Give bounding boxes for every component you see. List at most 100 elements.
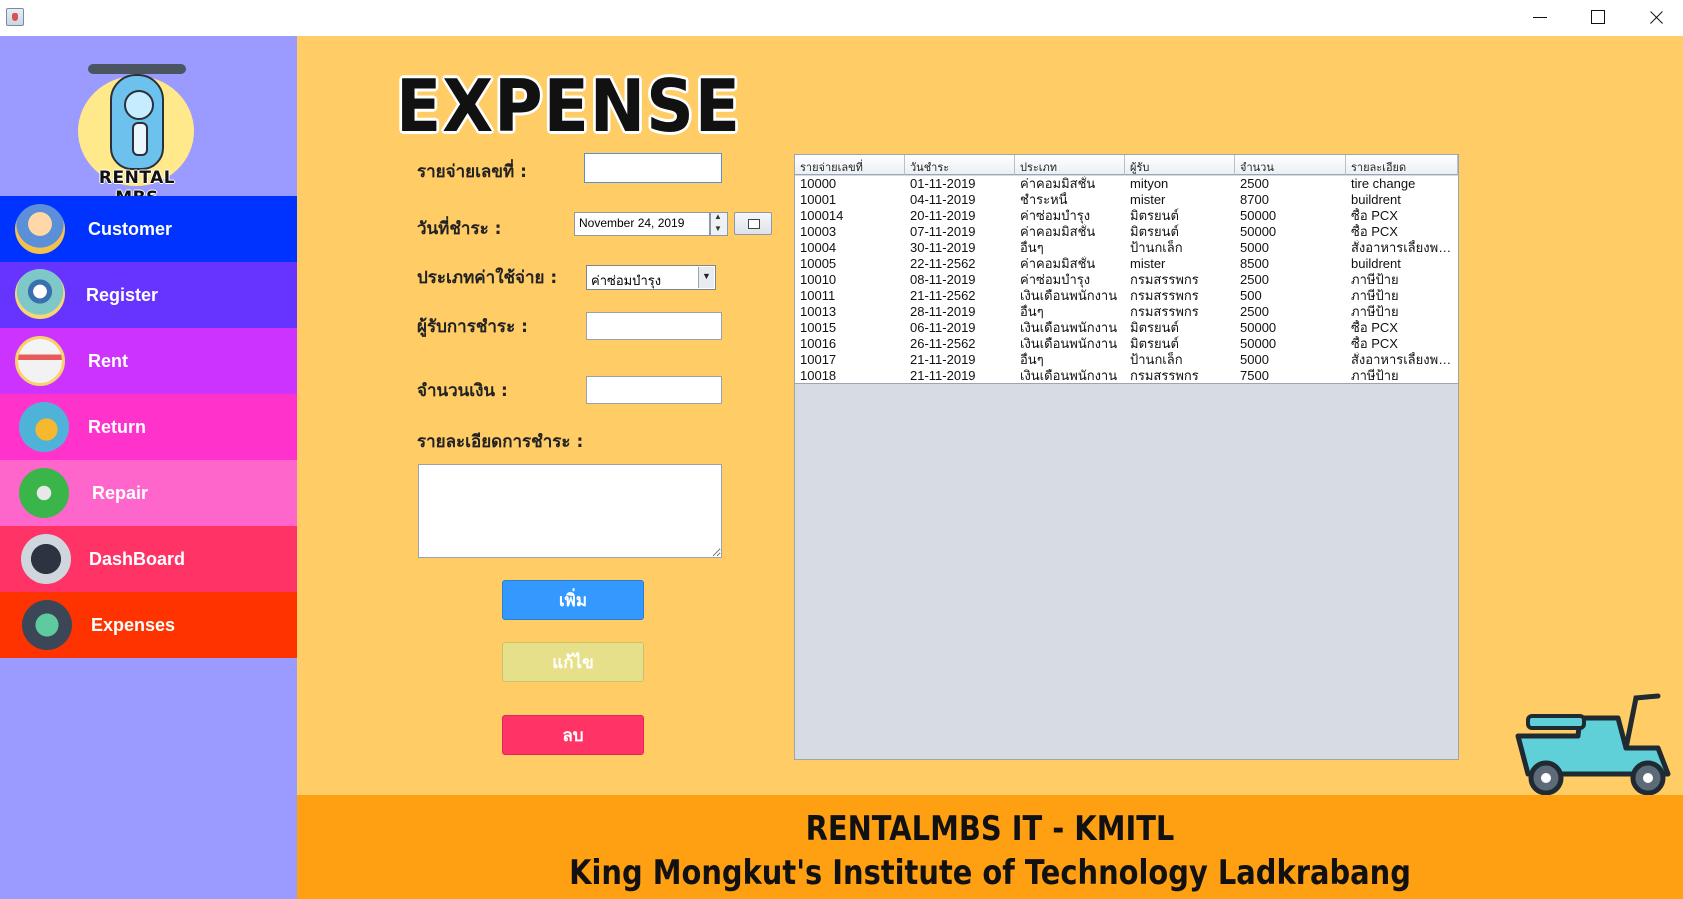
table-cell: 10001 (800, 192, 837, 207)
table-cell: เงินเดือนพนักงาน (1020, 320, 1118, 335)
close-icon[interactable] (1628, 0, 1683, 34)
table-row[interactable]: 10015 06-11-2019 เงินเดือนพนักงาน มิตรยนต์ 5… (795, 320, 1458, 336)
table-cell: กรมสรรพกร (1130, 272, 1199, 287)
column-header[interactable]: ประเภท (1015, 155, 1125, 175)
table-cell: มิตรยนต์ (1130, 336, 1179, 351)
table-cell: 5000 (1240, 352, 1269, 367)
sidebar-item-label: Register (86, 284, 159, 305)
footer-title: RENTALMBS IT - KMITL (805, 809, 1175, 849)
date-picker-button[interactable] (734, 212, 772, 235)
expense-type-select[interactable]: ค่าซ่อมบำรุง (586, 265, 716, 290)
logo-handlebar (88, 64, 186, 74)
sidebar-item-dashboard[interactable]: DashBoard (0, 526, 297, 592)
date-spinner[interactable] (710, 212, 728, 236)
column-header[interactable]: จำนวน (1235, 155, 1346, 175)
sidebar: RENTAL MBS Customer Register Rent Return… (0, 36, 297, 899)
java-app-icon (6, 8, 24, 26)
table-row[interactable]: 10011 21-11-2562 เงินเดือนพนักงาน กรมสรรพกร… (795, 288, 1458, 304)
table-cell: 50000 (1240, 224, 1277, 239)
maximize-icon[interactable] (1570, 0, 1626, 34)
table-row[interactable]: 10018 21-11-2019 เงินเดือนพนักงาน กรมสรรพกร… (795, 368, 1458, 383)
table-row[interactable]: 10005 22-11-2562 ค่าคอมมิสชั่น mister 8500 bu… (795, 256, 1458, 272)
minimize-icon[interactable] (1512, 0, 1568, 34)
table-cell: ภาษีป้าย (1351, 288, 1399, 303)
table-cell: 01-11-2019 (910, 176, 976, 191)
table-cell: เงินเดือนพนักงาน (1020, 336, 1118, 351)
add-button[interactable]: เพิ่ม (502, 580, 644, 620)
column-header[interactable]: รายจ่ายเลขที่ (795, 155, 905, 175)
table-cell: ป้านกเล็ก (1130, 240, 1183, 255)
delete-button[interactable]: ลบ (502, 715, 644, 755)
table-cell: ป้านกเล็ก (1130, 352, 1183, 367)
sidebar-item-rent[interactable]: Rent (0, 328, 297, 394)
table-row[interactable]: 10001 04-11-2019 ชำระหนี้ mister 8700 buildre… (795, 192, 1458, 208)
table-cell: เงินเดือนพนักงาน (1020, 368, 1118, 383)
table-row[interactable]: 10010 08-11-2019 ค่าซ่อมบำรุง กรมสรรพกร 2500… (795, 272, 1458, 288)
table-cell: สั่งอาหารเลี้ยงพนักงาน (1351, 352, 1458, 367)
table-row[interactable]: 10003 07-11-2019 ค่าคอมมิสชั่น มิตรยนต์ 5000… (795, 224, 1458, 240)
amount-input[interactable] (586, 376, 722, 404)
table-cell: เงินเดือนพนักงาน (1020, 288, 1118, 303)
expense-type-value: ค่าซ่อมบำรุง (591, 273, 662, 288)
sidebar-item-return[interactable]: Return (0, 394, 297, 460)
table-cell: ชำระหนี้ (1020, 192, 1068, 207)
expense-no-input[interactable] (584, 153, 722, 183)
table-cell: buildrent (1351, 256, 1401, 271)
table-row[interactable]: 10000 01-11-2019 ค่าคอมมิสชั่น mityon 2500 ti… (795, 176, 1458, 192)
pay-date-field[interactable]: November 24, 2019 (574, 212, 710, 236)
chevron-down-icon (698, 267, 714, 288)
table-cell: 50000 (1240, 208, 1277, 223)
table-row[interactable]: 100014 20-11-2019 ค่าซ่อมบำรุง มิตรยนต์ 5000… (795, 208, 1458, 224)
expense-type-label: ประเภทค่าใช้จ่าย : (417, 268, 558, 288)
table-cell: 28-11-2019 (910, 304, 976, 319)
sidebar-item-label: Return (88, 416, 146, 437)
return-scooter-icon (19, 402, 69, 452)
repair-tools-icon (19, 468, 69, 518)
table-cell: 30-11-2019 (910, 240, 976, 255)
table-cell: buildrent (1351, 192, 1401, 207)
table-cell: ซื้อ PCX (1351, 320, 1398, 335)
table-cell: ภาษีป้าย (1351, 272, 1399, 287)
column-header[interactable]: รายละเอียด (1346, 155, 1458, 175)
table-cell: mister (1130, 256, 1166, 271)
table-row[interactable]: 10016 26-11-2562 เงินเดือนพนักงาน มิตรยนต์ 5… (795, 336, 1458, 352)
table-cell: 50000 (1240, 320, 1277, 335)
table-header: รายจ่ายเลขที่ วันชำระ ประเภท ผู้รับ จำนว… (795, 155, 1458, 175)
footer-subtitle: King Mongkut's Institute of Technology L… (569, 853, 1411, 893)
table-cell: 500 (1240, 288, 1262, 303)
table-row[interactable]: 10004 30-11-2019 อื่นๆ ป้านกเล็ก 5000 สั่งอาห… (795, 240, 1458, 256)
table-cell: 06-11-2019 (910, 320, 976, 335)
table-cell: 10000 (800, 176, 837, 191)
rent-cashier-icon (15, 336, 65, 386)
detail-label: รายละเอียดการชำระ : (417, 432, 584, 452)
column-header[interactable]: วันชำระ (905, 155, 1015, 175)
table-cell: tire change (1351, 176, 1416, 191)
table-row[interactable]: 10017 21-11-2019 อื่นๆ ป้านกเล็ก 5000 สั่งอาห… (795, 352, 1458, 368)
table-cell: 50000 (1240, 336, 1277, 351)
payee-input[interactable] (586, 312, 722, 340)
window-title-bar (0, 0, 1683, 36)
sidebar-item-repair[interactable]: Repair (0, 460, 297, 526)
sidebar-item-register[interactable]: Register (0, 262, 297, 328)
sidebar-item-expenses[interactable]: Expenses (0, 592, 297, 658)
table-cell: 08-11-2019 (910, 272, 976, 287)
table-cell: 100014 (800, 208, 844, 223)
column-header[interactable]: ผู้รับ (1125, 155, 1235, 175)
sidebar-item-customer[interactable]: Customer (0, 196, 297, 262)
edit-button[interactable]: แก้ไข (502, 642, 644, 682)
table-cell: ค่าคอมมิสชั่น (1020, 176, 1096, 191)
table-cell: mityon (1130, 176, 1169, 191)
table-cell: 10013 (800, 304, 837, 319)
customer-group-icon (15, 204, 65, 254)
scooter-logo-icon (110, 74, 164, 170)
table-cell: 2500 (1240, 272, 1269, 287)
sidebar-item-label: Repair (92, 482, 149, 503)
table-cell: ภาษีป้าย (1351, 304, 1399, 319)
table-cell: 10015 (800, 320, 837, 335)
table-cell: มิตรยนต์ (1130, 224, 1179, 239)
register-van-icon (15, 269, 65, 319)
detail-textarea[interactable] (418, 464, 722, 558)
table-row[interactable]: 10013 28-11-2019 อื่นๆ กรมสรรพกร 2500 ภาษีป้า… (795, 304, 1458, 320)
expense-table[interactable]: รายจ่ายเลขที่ วันชำระ ประเภท ผู้รับ จำนว… (794, 154, 1459, 760)
amount-label: จำนวนเงิน : (417, 381, 508, 401)
